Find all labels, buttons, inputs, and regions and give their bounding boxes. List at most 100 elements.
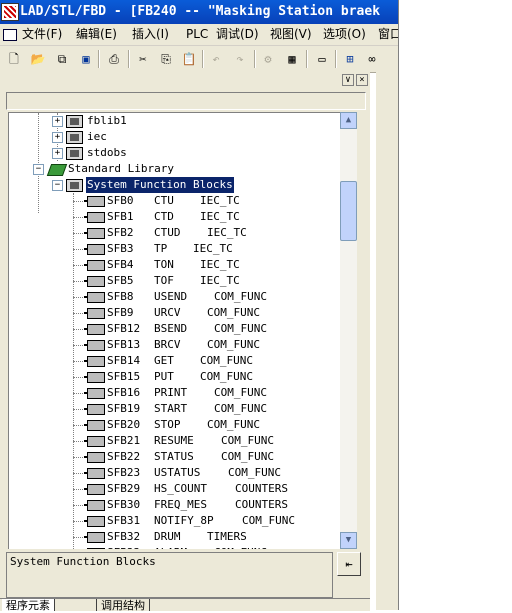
tree-scrollbar[interactable]: ▲ ▼ xyxy=(340,112,357,549)
tree-item-sfb22[interactable]: SFB22 STATUS COM_FUNC xyxy=(9,449,339,465)
block-name: GET xyxy=(154,354,174,367)
tree-line xyxy=(73,265,83,266)
program-elements-tree[interactable]: + fblib1 + iec + stdobs − Standard Libra… xyxy=(8,112,340,549)
block-name: DRUM xyxy=(154,530,181,543)
cut-icon[interactable]: ✂ xyxy=(135,51,151,67)
mdi-window-icon[interactable] xyxy=(3,29,17,41)
block-id: SFB9 xyxy=(107,306,134,319)
block-family: IEC_TC xyxy=(207,226,247,239)
glasses-icon[interactable]: ∞ xyxy=(364,51,380,67)
block-family: COM_FUNC xyxy=(221,434,274,447)
monitor-icon[interactable]: ▦ xyxy=(284,51,300,67)
tree-item-sfb20[interactable]: SFB20 STOP COM_FUNC xyxy=(9,417,339,433)
collapse-icon[interactable]: − xyxy=(52,180,63,191)
tree-item-sfb4[interactable]: SFB4 TON IEC_TC xyxy=(9,257,339,273)
menu-options[interactable]: 选项(O) xyxy=(323,24,366,45)
block-name: CTD xyxy=(154,210,174,223)
tree-line xyxy=(73,489,83,490)
menu-debug[interactable]: 调试(D) xyxy=(216,24,259,45)
compile-icon[interactable]: ⚙ xyxy=(260,51,276,67)
block-family: COM_FUNC xyxy=(200,370,253,383)
tree-item-sfb0[interactable]: SFB0 CTU IEC_TC xyxy=(9,193,339,209)
tree-item-sfb16[interactable]: SFB16 PRINT COM_FUNC xyxy=(9,385,339,401)
ladder-icon[interactable]: ⊞ xyxy=(342,51,358,67)
tree-item-fblib1[interactable]: + fblib1 xyxy=(9,113,339,129)
tree-item-stdobs[interactable]: + stdobs xyxy=(9,145,339,161)
redo-icon[interactable]: ↷ xyxy=(232,51,248,67)
program-elements-panel: ∨ × + fblib1 + iec + stdobs − Standard L… xyxy=(0,72,370,612)
new-icon[interactable]: 🗋 xyxy=(6,51,22,67)
network-icon[interactable]: ⧉ xyxy=(54,51,70,67)
function-block-icon xyxy=(84,356,105,367)
tree-item-iec[interactable]: + iec xyxy=(9,129,339,145)
tree-item-sfb13[interactable]: SFB13 BRCV COM_FUNC xyxy=(9,337,339,353)
open-icon[interactable]: 📂 xyxy=(30,51,46,67)
copy-icon[interactable]: ⎘ xyxy=(158,51,174,67)
menu-view[interactable]: 视图(V) xyxy=(270,24,312,45)
tree-item-sfb33[interactable]: SFB33 ALARM COM_FUNC xyxy=(9,545,339,549)
tree-item-sfb29[interactable]: SFB29 HS_COUNT COUNTERS xyxy=(9,481,339,497)
toolbar: 🗋 📂 ⧉ ▣ ⎙ ✂ ⎘ 📋 ↶ ↷ ⚙ ▦ ▭ ⊞ ∞ xyxy=(0,46,398,73)
scroll-thumb[interactable] xyxy=(340,181,357,241)
overview-icon[interactable]: ▭ xyxy=(314,51,330,67)
tree-item-sfb15[interactable]: SFB15 PUT COM_FUNC xyxy=(9,369,339,385)
menu-window[interactable]: 窗口 xyxy=(378,24,398,45)
tree-item-sfb30[interactable]: SFB30 FREQ_MES COUNTERS xyxy=(9,497,339,513)
menu-insert[interactable]: 插入(I) xyxy=(132,24,169,45)
block-family: COM_FUNC xyxy=(214,322,267,335)
menu-plc[interactable]: PLC xyxy=(186,24,208,45)
tab-program-elements[interactable]: 程序元素 xyxy=(2,599,55,612)
menu-edit[interactable]: 编辑(E) xyxy=(76,24,117,45)
tree-item-sfb9[interactable]: SFB9 URCV COM_FUNC xyxy=(9,305,339,321)
tree-item-sfb19[interactable]: SFB19 START COM_FUNC xyxy=(9,401,339,417)
scroll-down-icon[interactable]: ▼ xyxy=(340,532,357,549)
tree-item-sfb12[interactable]: SFB12 BSEND COM_FUNC xyxy=(9,321,339,337)
block-id: SFB0 xyxy=(107,194,134,207)
tree-item-label: Standard Library xyxy=(68,162,174,175)
tree-line xyxy=(73,233,83,234)
function-block-icon xyxy=(84,228,105,239)
expand-icon[interactable]: + xyxy=(52,116,63,127)
block-family: IEC_TC xyxy=(200,210,240,223)
editor-area[interactable] xyxy=(398,0,512,610)
tree-line xyxy=(73,249,83,250)
undo-icon[interactable]: ↶ xyxy=(208,51,224,67)
scroll-up-icon[interactable]: ▲ xyxy=(340,112,357,129)
function-block-icon xyxy=(84,308,105,319)
tree-item-sfb3[interactable]: SFB3 TP IEC_TC xyxy=(9,241,339,257)
tree-item-sfb14[interactable]: SFB14 GET COM_FUNC xyxy=(9,353,339,369)
tree-line xyxy=(73,329,83,330)
tree-item-system-function-blocks[interactable]: − System Function Blocks xyxy=(9,177,339,193)
folder-icon xyxy=(66,179,83,192)
close-icon[interactable]: × xyxy=(356,74,368,86)
panel-top-controls: ∨ × xyxy=(4,74,368,88)
dropdown-arrow-icon[interactable]: ∨ xyxy=(342,74,354,86)
print-icon[interactable]: ⎙ xyxy=(106,51,122,67)
tree-item-sfb23[interactable]: SFB23 USTATUS COM_FUNC xyxy=(9,465,339,481)
function-block-icon xyxy=(84,532,105,543)
tree-line xyxy=(73,297,83,298)
tab-call-structure[interactable]: 调用结构 xyxy=(96,599,150,612)
expand-icon[interactable]: + xyxy=(52,132,63,143)
tree-item-sfb32[interactable]: SFB32 DRUM TIMERS xyxy=(9,529,339,545)
save-icon[interactable]: ▣ xyxy=(78,51,94,67)
paste-icon[interactable]: 📋 xyxy=(181,51,197,67)
tree-item-standard-library[interactable]: − Standard Library xyxy=(9,161,339,177)
tree-item-sfb21[interactable]: SFB21 RESUME COM_FUNC xyxy=(9,433,339,449)
function-block-icon xyxy=(84,244,105,255)
help-cursor-button[interactable]: ⇤ xyxy=(337,552,361,576)
block-name: BSEND xyxy=(154,322,188,335)
menu-file[interactable]: 文件(F) xyxy=(22,24,62,45)
tree-item-sfb8[interactable]: SFB8 USEND COM_FUNC xyxy=(9,289,339,305)
tree-item-sfb5[interactable]: SFB5 TOF IEC_TC xyxy=(9,273,339,289)
tree-item-sfb31[interactable]: SFB31 NOTIFY_8P COM_FUNC xyxy=(9,513,339,529)
expand-icon[interactable]: + xyxy=(52,148,63,159)
tree-item-sfb2[interactable]: SFB2 CTUD IEC_TC xyxy=(9,225,339,241)
block-name: CTUD xyxy=(154,226,181,239)
tree-item-label-selected: System Function Blocks xyxy=(86,177,234,193)
tree-item-sfb1[interactable]: SFB1 CTD IEC_TC xyxy=(9,209,339,225)
tree-item-label: stdobs xyxy=(87,146,127,159)
block-name: STOP xyxy=(154,418,181,431)
collapse-icon[interactable]: − xyxy=(33,164,44,175)
block-family: TIMERS xyxy=(207,530,247,543)
